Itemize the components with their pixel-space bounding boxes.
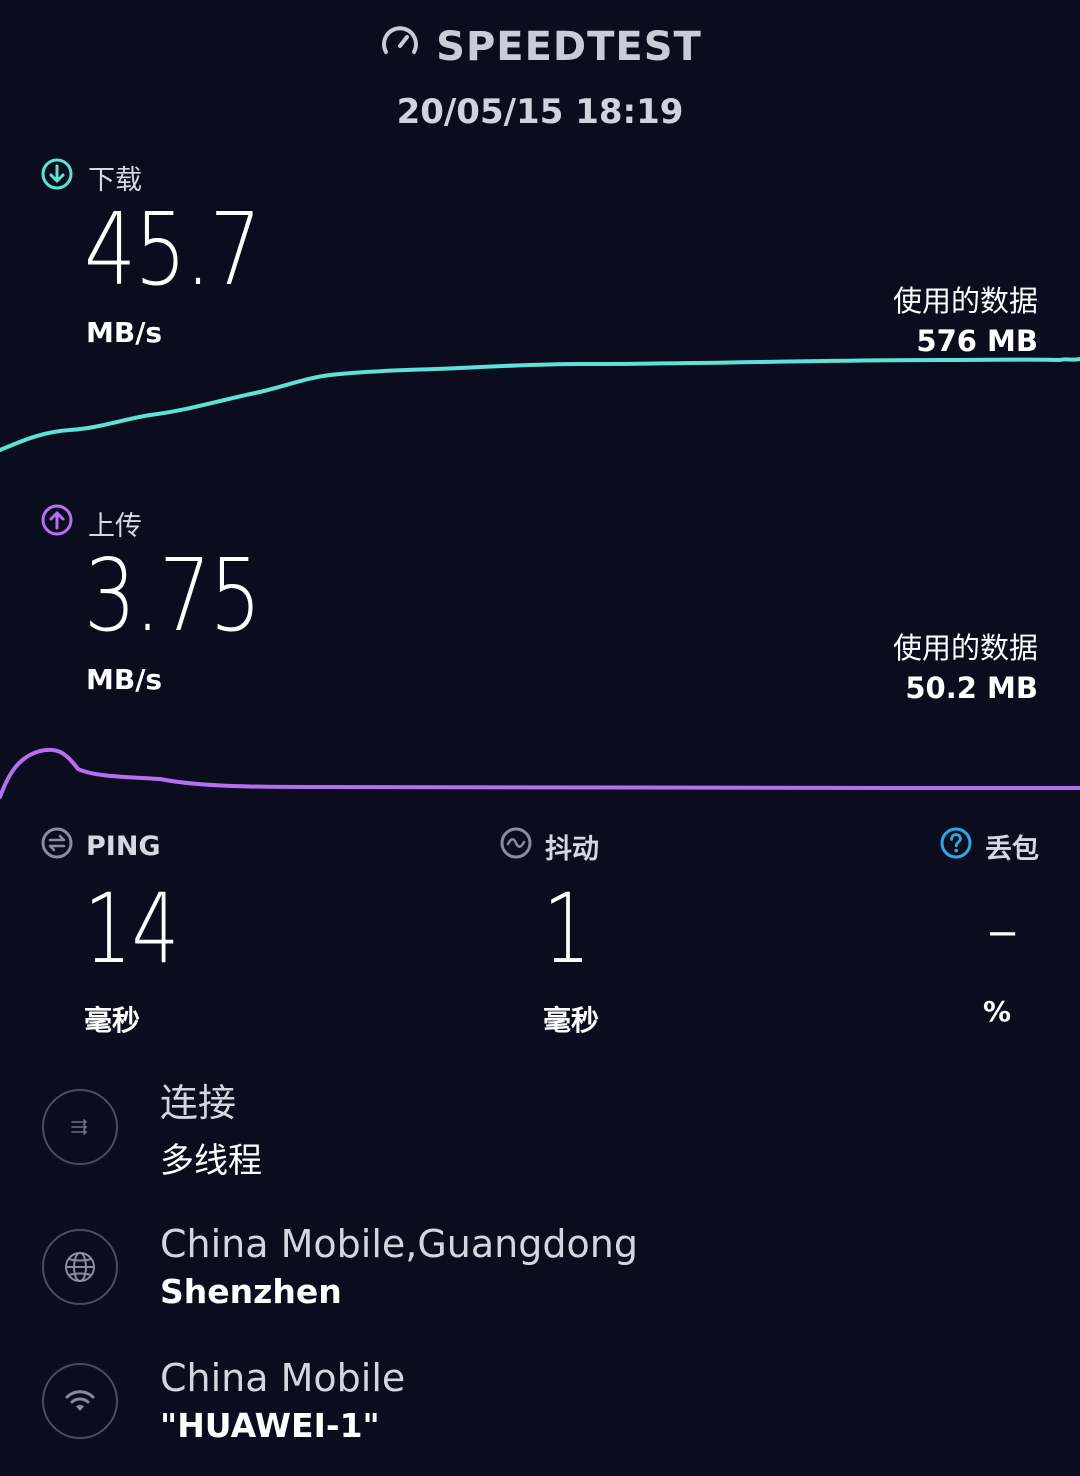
packet-loss-unit: % <box>983 995 1012 1028</box>
ping-label: PING <box>40 826 206 867</box>
ping-value: 14 <box>84 873 180 985</box>
download-speed-unit: MB/s <box>86 316 163 349</box>
speedtest-result-screen: SPEEDTEST 20/05/15 18:19 下载 45.7 MB/s 使用… <box>0 0 1080 1476</box>
globe-icon <box>42 1228 118 1305</box>
connection-text: 连接 多线程 <box>160 1072 262 1182</box>
ping-icon <box>40 826 74 867</box>
upload-speed-graph <box>0 747 1080 799</box>
network-ssid: "HUAWEI-1" <box>160 1406 380 1445</box>
brand: SPEEDTEST <box>378 20 702 74</box>
server-provider: China Mobile,Guangdong <box>160 1222 638 1266</box>
server-city: Shenzhen <box>160 1272 342 1311</box>
jitter-icon <box>499 826 533 867</box>
ping-unit: 毫秒 <box>84 1004 141 1037</box>
wifi-icon <box>42 1362 118 1439</box>
packet-loss-value: – <box>987 882 1019 975</box>
upload-data-used-label: 使用的数据 <box>892 631 1038 665</box>
download-speed-value: 45.7 <box>84 191 262 308</box>
server-text: China Mobile,Guangdong Shenzhen <box>160 1222 638 1311</box>
upload-speed-value: 3.75 <box>84 537 262 654</box>
download-arrow-icon <box>40 157 74 198</box>
upload-graph-line <box>0 747 1080 799</box>
ping-label-text: PING <box>86 831 161 862</box>
jitter-value: 1 <box>543 873 591 985</box>
test-datetime: 20/05/15 18:19 <box>396 92 684 132</box>
server-row[interactable]: China Mobile,Guangdong Shenzhen <box>42 1222 638 1311</box>
brand-name: SPEEDTEST <box>436 24 702 70</box>
download-data-used-label: 使用的数据 <box>892 284 1038 318</box>
jitter-label: 抖动 <box>499 826 604 867</box>
multi-connection-icon <box>42 1089 118 1165</box>
upload-data-used: 使用的数据 50.2 MB <box>893 625 1038 705</box>
packet-loss-label[interactable]: 丢包 <box>939 826 1039 867</box>
header: SPEEDTEST 20/05/15 18:19 <box>0 20 1080 132</box>
speedometer-icon <box>378 20 422 74</box>
ping-stat: PING 14 毫秒 <box>40 826 206 1039</box>
connection-title: 连接 <box>160 1081 237 1125</box>
question-icon[interactable] <box>939 826 973 867</box>
jitter-unit: 毫秒 <box>543 1004 600 1037</box>
upload-data-used-value: 50.2 MB <box>905 671 1038 705</box>
connection-subtitle: 多线程 <box>160 1141 262 1181</box>
upload-speed-unit: MB/s <box>86 663 163 696</box>
network-text: China Mobile "HUAWEI-1" <box>160 1356 405 1445</box>
download-graph-line <box>0 357 1080 452</box>
jitter-label-text: 抖动 <box>545 834 599 865</box>
upload-arrow-icon <box>40 503 74 544</box>
packet-loss-stat[interactable]: 丢包 – % <box>939 826 1039 1028</box>
packet-loss-label-text: 丢包 <box>985 834 1039 865</box>
download-data-used: 使用的数据 576 MB <box>893 278 1038 358</box>
network-row: China Mobile "HUAWEI-1" <box>42 1356 405 1445</box>
jitter-stat: 抖动 1 毫秒 <box>499 826 604 1039</box>
network-provider: China Mobile <box>160 1356 406 1400</box>
download-speed-graph <box>0 357 1080 452</box>
connection-row: 连接 多线程 <box>42 1072 262 1182</box>
